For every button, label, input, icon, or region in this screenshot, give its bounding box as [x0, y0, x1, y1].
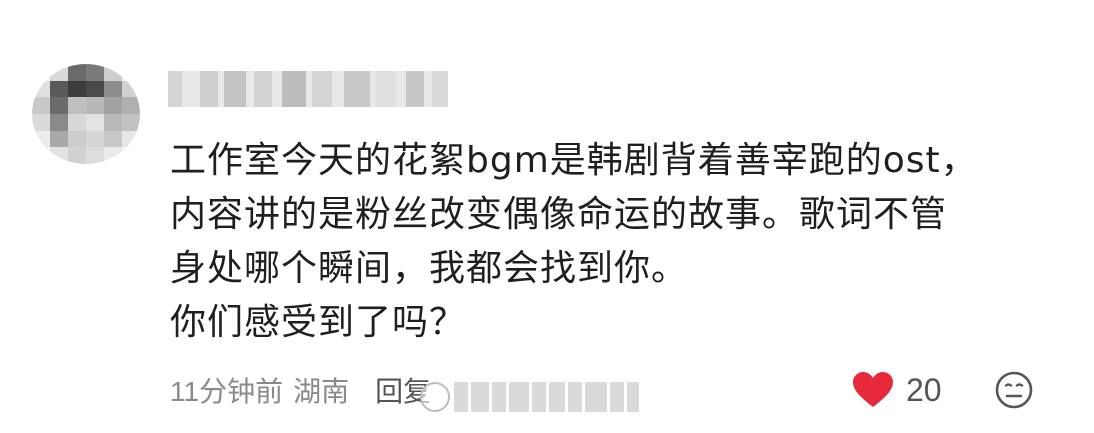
comment-meta: 11分钟前 湖南 回复 [170, 368, 431, 412]
comment-location: 湖南 [293, 376, 350, 407]
like-button[interactable]: 20 [852, 368, 942, 412]
comment-line: 工作室今天的花絮bgm是韩剧背着善宰跑的ost， [170, 140, 978, 181]
blur-block [406, 71, 424, 107]
blur-block [312, 71, 332, 107]
blur-block [168, 71, 182, 107]
username-blurred[interactable] [168, 70, 448, 108]
blur-block [344, 71, 370, 107]
blur-block [376, 71, 396, 107]
blur-block [432, 71, 448, 107]
comment-line: 你们感受到了吗？ [170, 302, 467, 343]
emoji-face-icon[interactable] [994, 370, 1034, 410]
watermark-logo-icon [420, 382, 450, 412]
comment-line: 身处哪个瞬间，我都会找到你。 [170, 248, 689, 289]
comment-item: 工作室今天的花絮bgm是韩剧背着善宰跑的ost， 内容讲的是粉丝改变偶像命运的故… [0, 0, 1094, 433]
blur-block [282, 71, 306, 107]
comment-time: 11分钟前 [170, 376, 284, 407]
heart-icon [853, 372, 893, 407]
comment-text: 工作室今天的花絮bgm是韩剧背着善宰跑的ost， 内容讲的是粉丝改变偶像命运的故… [170, 134, 1070, 350]
blur-block [224, 71, 246, 107]
comment-line: 内容讲的是粉丝改变偶像命运的故事。歌词不管 [170, 194, 948, 235]
blur-block [200, 71, 218, 107]
watermark [420, 380, 670, 414]
avatar[interactable] [32, 64, 140, 164]
like-count: 20 [906, 371, 942, 408]
blur-block [254, 71, 272, 107]
